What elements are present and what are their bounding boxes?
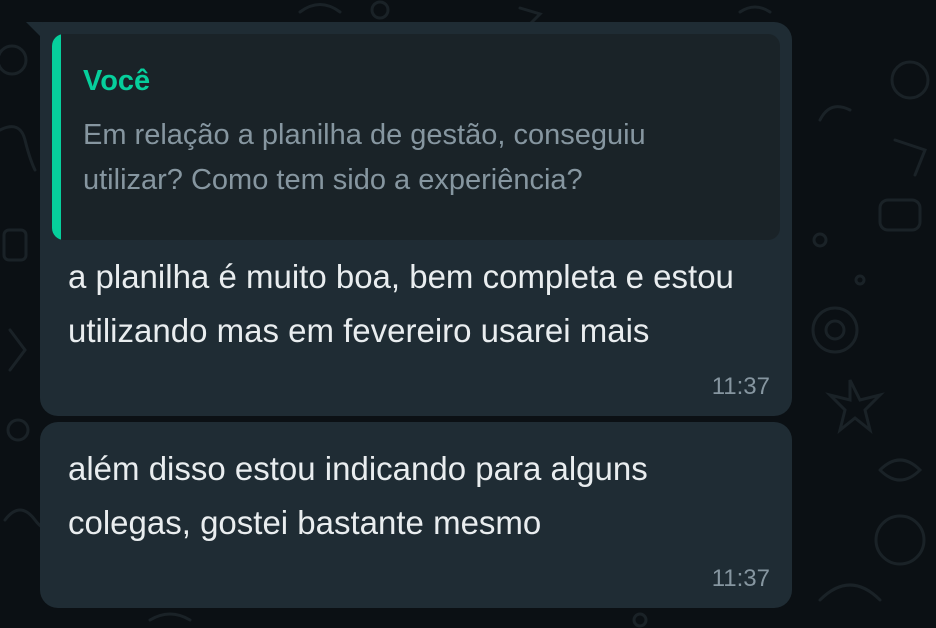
message-text: além disso estou indicando para alguns c… (68, 450, 648, 541)
quoted-message[interactable]: Você Em relação a planilha de gestão, co… (52, 34, 780, 240)
quoted-author: Você (83, 65, 151, 97)
message-bubble[interactable]: Você Em relação a planilha de gestão, co… (40, 22, 792, 416)
message-text: a planilha é muito boa, bem completa e e… (68, 258, 734, 349)
message-time: 11:37 (711, 565, 770, 592)
message-bubble[interactable]: além disso estou indicando para alguns c… (40, 422, 792, 608)
quote-accent-bar (52, 34, 61, 240)
message-time: 11:37 (711, 373, 770, 400)
quoted-text: Em relação a planilha de gestão, consegu… (83, 119, 646, 196)
